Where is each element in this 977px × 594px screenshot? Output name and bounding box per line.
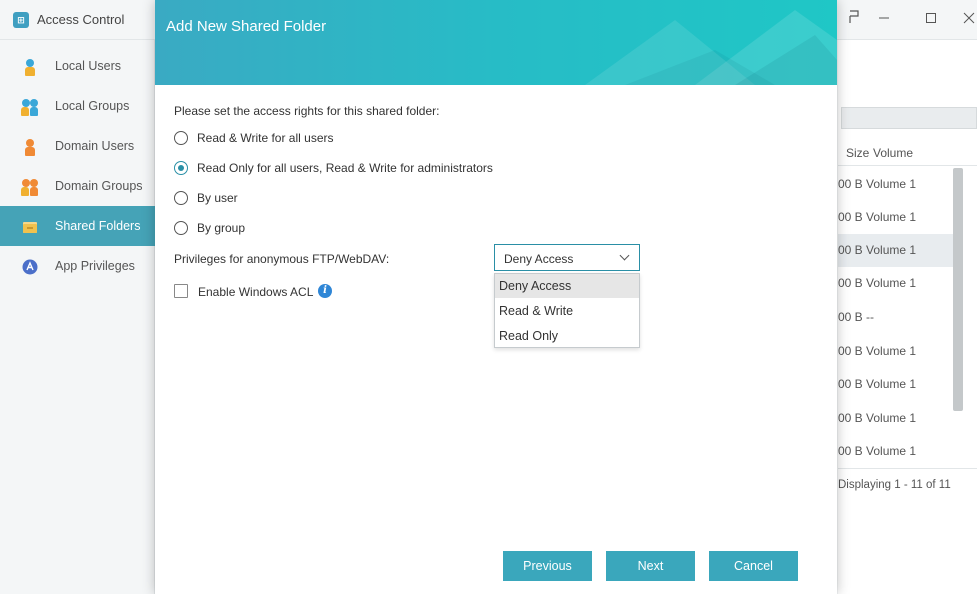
group-icon	[21, 99, 38, 116]
radio-label: By group	[197, 221, 246, 235]
select-value: Deny Access	[504, 252, 574, 266]
sidebar-item-label: App Privileges	[55, 259, 135, 273]
sidebar-item-label: Local Groups	[55, 99, 130, 113]
sidebar-item-local-groups[interactable]: Local Groups	[0, 86, 155, 126]
sidebar-item-label: Domain Users	[55, 139, 135, 153]
scrollbar[interactable]	[953, 168, 963, 411]
table-row[interactable]: 00 B Volume 1	[838, 402, 963, 435]
close-icon[interactable]	[960, 8, 977, 30]
header-decoration	[585, 10, 837, 85]
pagination-info: Displaying 1 - 11 of 11	[838, 468, 977, 500]
sidebar-item-label: Domain Groups	[55, 179, 143, 193]
radio-label: Read Only for all users, Read & Write fo…	[197, 161, 493, 175]
minimize-icon[interactable]	[872, 8, 896, 30]
previous-button[interactable]: Previous	[503, 551, 592, 581]
table-row[interactable]: 00 B Volume 1	[838, 168, 963, 201]
table-row[interactable]: 00 B Volume 1	[838, 234, 963, 267]
sidebar-item-app-privileges[interactable]: App Privileges	[0, 246, 155, 286]
dialog-title: Add New Shared Folder	[166, 18, 327, 35]
info-icon[interactable]: i	[318, 284, 332, 298]
column-header-volume[interactable]: Volume	[873, 146, 913, 160]
add-shared-folder-dialog: Add New Shared Folder Please set the acc…	[155, 0, 837, 594]
sidebar: Local Users Local Groups Domain Users Do…	[0, 40, 155, 594]
app-privileges-icon	[22, 259, 38, 275]
table-row[interactable]: 00 B Volume 1	[838, 201, 963, 234]
table-row[interactable]: 00 B Volume 1	[838, 435, 963, 468]
radio-button[interactable]	[174, 161, 188, 175]
table-row[interactable]: 00 B Volume 1	[838, 267, 963, 300]
user-icon	[22, 139, 38, 156]
user-icon	[22, 59, 38, 76]
cancel-button[interactable]: Cancel	[709, 551, 798, 581]
radio-label: Read & Write for all users	[197, 131, 334, 145]
ftp-privileges-dropdown: Deny Access Read & Write Read Only	[494, 273, 640, 348]
app-title: Access Control	[37, 12, 125, 27]
radio-label: By user	[197, 191, 238, 205]
dialog-header: Add New Shared Folder	[155, 0, 837, 85]
sidebar-item-domain-groups[interactable]: Domain Groups	[0, 166, 155, 206]
radio-button[interactable]	[174, 131, 188, 145]
radio-read-only-all[interactable]: Read Only for all users, Read & Write fo…	[174, 158, 634, 178]
column-header-size[interactable]: Size	[846, 146, 869, 160]
sidebar-item-local-users[interactable]: Local Users	[0, 46, 155, 86]
table-row[interactable]: 00 B --	[838, 301, 963, 334]
dropdown-option-read-only[interactable]: Read Only	[495, 324, 639, 348]
table-row[interactable]: 00 B Volume 1	[838, 335, 963, 368]
access-rights-prompt: Please set the access rights for this sh…	[174, 104, 440, 118]
table-header: Size Volume	[838, 140, 977, 166]
radio-by-group[interactable]: By group	[174, 218, 634, 238]
sidebar-item-domain-users[interactable]: Domain Users	[0, 126, 155, 166]
checkbox-label: Enable Windows ACL	[198, 285, 314, 299]
next-button[interactable]: Next	[606, 551, 695, 581]
sidebar-item-label: Shared Folders	[55, 219, 141, 233]
chevron-down-icon	[619, 250, 630, 261]
radio-read-write-all[interactable]: Read & Write for all users	[174, 128, 634, 148]
window-menu-icon[interactable]	[842, 8, 866, 30]
dropdown-option-deny-access[interactable]: Deny Access	[495, 274, 639, 298]
ftp-privileges-label: Privileges for anonymous FTP/WebDAV:	[174, 252, 390, 266]
dropdown-option-read-write[interactable]: Read & Write	[495, 299, 639, 323]
ftp-privileges-select[interactable]: Deny Access	[494, 244, 640, 271]
dialog-body: Please set the access rights for this sh…	[155, 85, 837, 594]
search-input[interactable]	[841, 107, 977, 129]
radio-button[interactable]	[174, 191, 188, 205]
radio-button[interactable]	[174, 221, 188, 235]
checkbox-box[interactable]	[174, 284, 188, 298]
radio-by-user[interactable]: By user	[174, 188, 634, 208]
sidebar-item-shared-folders[interactable]: Shared Folders	[0, 206, 155, 246]
table-row[interactable]: 00 B Volume 1	[838, 368, 963, 401]
maximize-icon[interactable]	[919, 8, 943, 30]
access-control-icon: ⊞	[13, 12, 29, 28]
group-icon	[21, 179, 38, 196]
sidebar-item-label: Local Users	[55, 59, 121, 73]
folder-icon	[22, 219, 38, 235]
